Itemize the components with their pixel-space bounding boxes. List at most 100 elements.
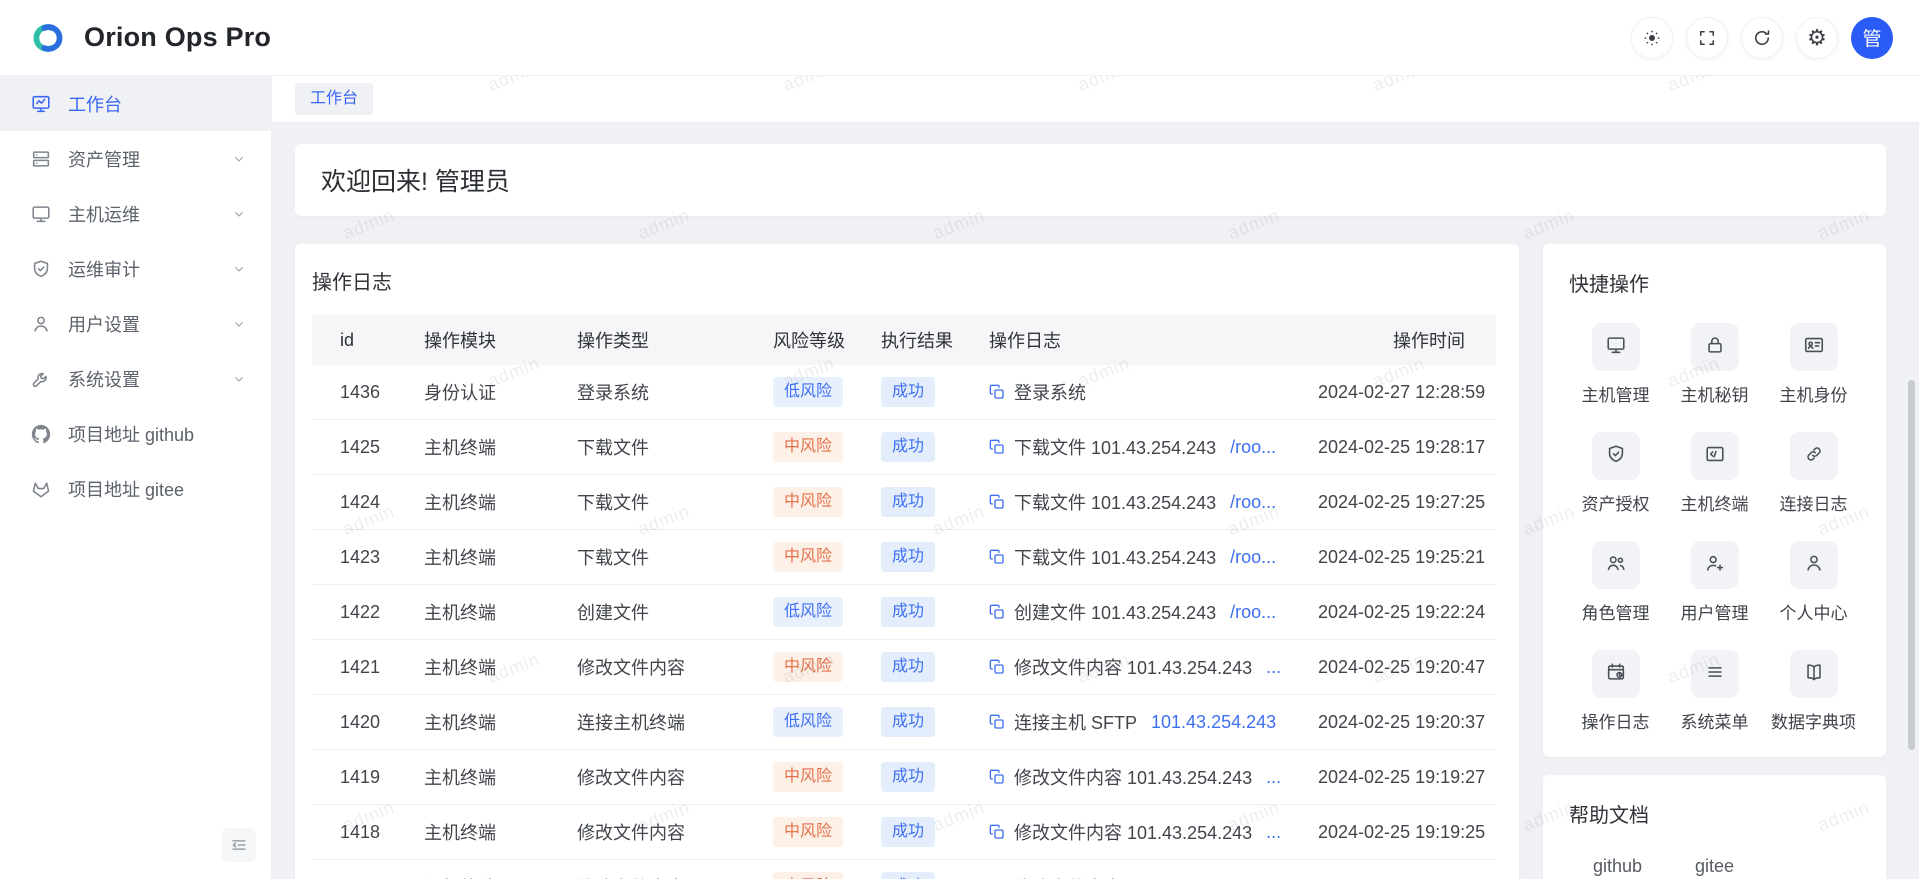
help-link[interactable]: github bbox=[1569, 856, 1666, 877]
log-text: 下载文件 101.43.254.243 bbox=[1014, 544, 1216, 570]
quick-action[interactable]: 主机身份 bbox=[1767, 323, 1860, 406]
cell-time: 2024-02-25 19:20:37 bbox=[1298, 712, 1496, 733]
log-link[interactable]: /roo... bbox=[1230, 602, 1276, 623]
table-row: 1423 主机终端 下载文件 中风险 成功 下载文件 101.43.254.24… bbox=[312, 530, 1496, 585]
userplus-icon bbox=[1704, 552, 1726, 579]
cell-module: 主机终端 bbox=[404, 874, 557, 879]
log-link[interactable]: ... bbox=[1266, 657, 1281, 678]
sidebar-item-system-settings[interactable]: 系统设置 bbox=[0, 351, 271, 406]
log-link[interactable]: /roo... bbox=[1230, 437, 1276, 458]
terminal-icon bbox=[1704, 443, 1726, 470]
log-text: 修改文件内容 101.43.254.243 bbox=[1014, 819, 1252, 845]
sidebar-item-host-ops[interactable]: 主机运维 bbox=[0, 186, 271, 241]
copy-icon[interactable] bbox=[989, 439, 1005, 455]
sidebar-item-gitee[interactable]: 项目地址 gitee bbox=[0, 461, 271, 516]
copy-icon[interactable] bbox=[989, 659, 1005, 675]
log-text: 修改文件内容 101.43.254.243 bbox=[1014, 654, 1252, 680]
table-row: 1425 主机终端 下载文件 中风险 成功 下载文件 101.43.254.24… bbox=[312, 420, 1496, 475]
risk-badge: 中风险 bbox=[773, 432, 843, 461]
app-logo: Orion Ops Pro bbox=[26, 20, 271, 56]
sidebar-item-github[interactable]: 项目地址 github bbox=[0, 406, 271, 461]
sidebar-item-label: 资产管理 bbox=[68, 146, 140, 172]
cell-result: 成功 bbox=[861, 817, 969, 846]
quick-action[interactable]: 主机终端 bbox=[1668, 432, 1761, 515]
cell-time: 2024-02-25 19:22:24 bbox=[1298, 602, 1496, 623]
risk-badge: 中风险 bbox=[773, 487, 843, 516]
quick-action[interactable]: 数据字典项 bbox=[1767, 650, 1860, 733]
log-text: 连接主机 SFTP bbox=[1014, 709, 1137, 735]
quick-action[interactable]: 角色管理 bbox=[1569, 541, 1662, 624]
quick-action[interactable]: 用户管理 bbox=[1668, 541, 1761, 624]
risk-badge: 中风险 bbox=[773, 762, 843, 791]
copy-icon[interactable] bbox=[989, 494, 1005, 510]
quick-action-label: 连接日志 bbox=[1780, 490, 1848, 515]
fullscreen-button[interactable] bbox=[1686, 17, 1728, 59]
sidebar-item-ops-audit[interactable]: 运维审计 bbox=[0, 241, 271, 296]
log-link[interactable]: ... bbox=[1266, 822, 1281, 843]
log-link[interactable]: /roo... bbox=[1230, 547, 1276, 568]
sidebar-item-asset-mgmt[interactable]: 资产管理 bbox=[0, 131, 271, 186]
copy-icon[interactable] bbox=[989, 714, 1005, 730]
quick-action[interactable]: 系统菜单 bbox=[1668, 650, 1761, 733]
sidebar-item-workbench[interactable]: 工作台 bbox=[0, 76, 271, 131]
quick-action-label: 主机终端 bbox=[1681, 490, 1749, 515]
log-link[interactable]: /roo... bbox=[1230, 492, 1276, 513]
log-link[interactable]: ... bbox=[1266, 767, 1281, 788]
header-actions: ⚙ 管 bbox=[1631, 17, 1893, 59]
cell-id: 1418 bbox=[312, 822, 404, 843]
cell-result: 成功 bbox=[861, 377, 969, 406]
cell-log: 创建文件 101.43.254.243 /roo... bbox=[969, 599, 1298, 625]
users-icon bbox=[1605, 552, 1627, 579]
cell-risk: 中风险 bbox=[753, 762, 861, 791]
quick-action[interactable]: 主机秘钥 bbox=[1668, 323, 1761, 406]
log-text: 修改文件内容 101.43.254.243 bbox=[1014, 874, 1252, 879]
cell-type: 连接主机终端 bbox=[557, 709, 753, 735]
log-link[interactable]: 101.43.254.243 bbox=[1151, 712, 1276, 733]
column-header: 操作类型 bbox=[557, 327, 753, 353]
page-scrollbar-thumb[interactable] bbox=[1908, 380, 1915, 750]
cell-module: 主机终端 bbox=[404, 764, 557, 790]
quick-action[interactable]: 连接日志 bbox=[1767, 432, 1860, 515]
cell-log: 登录系统 bbox=[969, 379, 1298, 405]
quick-action[interactable]: 个人中心 bbox=[1767, 541, 1860, 624]
help-link[interactable]: gitee bbox=[1666, 856, 1763, 877]
user-icon bbox=[1803, 552, 1825, 579]
quick-action-label: 主机管理 bbox=[1582, 381, 1650, 406]
chevron-down-icon bbox=[231, 371, 247, 387]
cell-risk: 中风险 bbox=[753, 652, 861, 681]
column-header: 操作时间 bbox=[1298, 327, 1496, 353]
quick-action[interactable]: 资产授权 bbox=[1569, 432, 1662, 515]
cell-result: 成功 bbox=[861, 762, 969, 791]
refresh-icon bbox=[1752, 28, 1772, 48]
user-avatar[interactable]: 管 bbox=[1851, 17, 1893, 59]
copy-icon[interactable] bbox=[989, 549, 1005, 565]
sidebar-collapse-button[interactable] bbox=[222, 828, 256, 862]
refresh-button[interactable] bbox=[1741, 17, 1783, 59]
cell-result: 成功 bbox=[861, 707, 969, 736]
logo-icon bbox=[26, 20, 70, 56]
cell-type: 修改文件内容 bbox=[557, 819, 753, 845]
sidebar-item-user-settings[interactable]: 用户设置 bbox=[0, 296, 271, 351]
settings-button[interactable]: ⚙ bbox=[1796, 17, 1838, 59]
quick-action[interactable]: 操作日志 bbox=[1569, 650, 1662, 733]
cell-log: 修改文件内容 101.43.254.243 ... bbox=[969, 874, 1298, 879]
cell-risk: 中风险 bbox=[753, 487, 861, 516]
risk-badge: 低风险 bbox=[773, 377, 843, 406]
welcome-banner: 欢迎回来! 管理员 bbox=[295, 144, 1886, 216]
result-badge: 成功 bbox=[881, 487, 935, 516]
cell-risk: 中风险 bbox=[753, 872, 861, 879]
copy-icon[interactable] bbox=[989, 604, 1005, 620]
quick-action-label: 系统菜单 bbox=[1681, 708, 1749, 733]
quick-actions-grid: 主机管理 主机秘钥 主机身份 资产授权 主机终端 连接日志 角色管理 用户管理 … bbox=[1569, 323, 1860, 733]
settings-gear-icon: ⚙ bbox=[1807, 27, 1827, 49]
theme-toggle-button[interactable] bbox=[1631, 17, 1673, 59]
operation-log-title: 操作日志 bbox=[312, 266, 1496, 295]
copy-icon[interactable] bbox=[989, 824, 1005, 840]
tab-workbench[interactable]: 工作台 bbox=[295, 83, 373, 115]
quick-action[interactable]: 主机管理 bbox=[1569, 323, 1662, 406]
cell-id: 1422 bbox=[312, 602, 404, 623]
result-badge: 成功 bbox=[881, 652, 935, 681]
copy-icon[interactable] bbox=[989, 384, 1005, 400]
chevron-down-icon bbox=[231, 206, 247, 222]
copy-icon[interactable] bbox=[989, 769, 1005, 785]
